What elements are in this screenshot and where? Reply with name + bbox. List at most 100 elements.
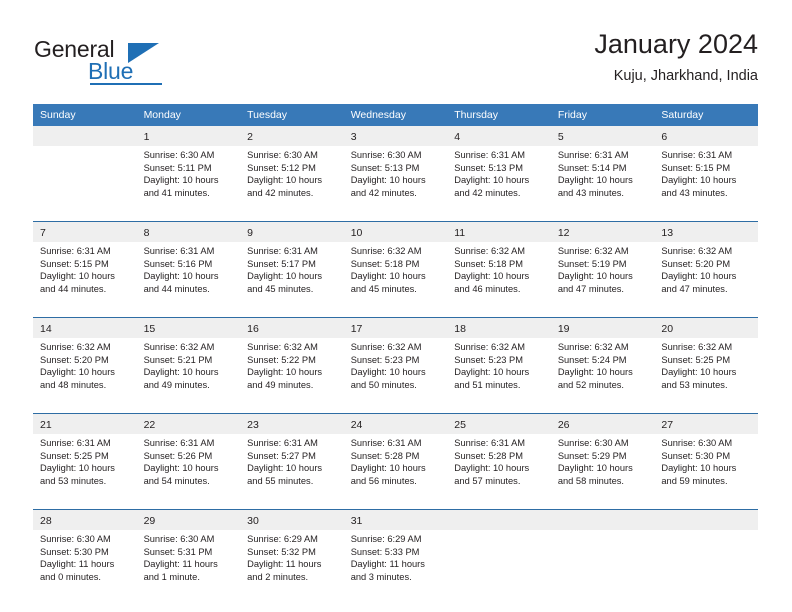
week-row-daynumbers: 1 2 3 4 5 6 bbox=[33, 126, 758, 146]
day-number-cell[interactable]: 8 bbox=[136, 221, 241, 242]
day-number-cell[interactable]: 16 bbox=[240, 317, 344, 338]
day-detail-cell bbox=[33, 146, 137, 222]
day-number-cell[interactable]: 18 bbox=[447, 317, 551, 338]
day-number-cell[interactable]: 15 bbox=[136, 317, 241, 338]
sunset-text: Sunset: 5:18 PM bbox=[350, 258, 420, 269]
day-detail-cell: Sunrise: 6:29 AM Sunset: 5:33 PM Dayligh… bbox=[343, 530, 448, 605]
day-number-cell[interactable]: 29 bbox=[136, 509, 241, 530]
daylight-text-line2: and 57 minutes. bbox=[454, 475, 521, 486]
sunset-text: Sunset: 5:29 PM bbox=[557, 450, 627, 461]
day-number-cell[interactable] bbox=[33, 126, 137, 146]
day-number-cell[interactable]: 6 bbox=[654, 126, 758, 146]
day-number-cell[interactable]: 17 bbox=[343, 317, 448, 338]
daylight-text-line1: Daylight: 10 hours bbox=[350, 367, 426, 378]
sunset-text: Sunset: 5:13 PM bbox=[350, 162, 420, 173]
day-detail-cell: Sunrise: 6:32 AM Sunset: 5:18 PM Dayligh… bbox=[343, 242, 448, 318]
daylight-text-line1: Daylight: 11 hours bbox=[350, 559, 425, 570]
daylight-text-line2: and 44 minutes. bbox=[40, 283, 107, 294]
day-number-cell[interactable] bbox=[550, 509, 655, 530]
day-detail-cell: Sunrise: 6:30 AM Sunset: 5:13 PM Dayligh… bbox=[343, 146, 448, 222]
day-number-cell[interactable]: 21 bbox=[33, 413, 137, 434]
day-number-cell[interactable]: 25 bbox=[447, 413, 551, 434]
day-number-cell[interactable]: 13 bbox=[654, 221, 758, 242]
daylight-text-line2: and 41 minutes. bbox=[143, 187, 210, 198]
calendar-header-row: Sunday Monday Tuesday Wednesday Thursday… bbox=[33, 104, 758, 126]
day-number-cell[interactable]: 1 bbox=[136, 126, 241, 146]
week-row-details: Sunrise: 6:31 AM Sunset: 5:25 PM Dayligh… bbox=[33, 434, 758, 510]
day-detail-cell: Sunrise: 6:32 AM Sunset: 5:23 PM Dayligh… bbox=[447, 338, 551, 414]
daylight-text-line1: Daylight: 10 hours bbox=[40, 367, 115, 378]
day-number-cell[interactable]: 9 bbox=[240, 221, 344, 242]
sunrise-text: Sunrise: 6:30 AM bbox=[143, 534, 215, 544]
daylight-text-line2: and 43 minutes. bbox=[661, 187, 728, 198]
day-detail-cell: Sunrise: 6:30 AM Sunset: 5:29 PM Dayligh… bbox=[550, 434, 655, 510]
daylight-text-line2: and 46 minutes. bbox=[454, 283, 521, 294]
sunset-text: Sunset: 5:30 PM bbox=[40, 546, 109, 557]
daylight-text-line2: and 58 minutes. bbox=[557, 475, 624, 486]
day-number-cell[interactable]: 2 bbox=[240, 126, 344, 146]
title-block: January 2024 Kuju, Jharkhand, India bbox=[594, 28, 758, 86]
week-row-details: Sunrise: 6:31 AM Sunset: 5:15 PM Dayligh… bbox=[33, 242, 758, 318]
daylight-text-line2: and 55 minutes. bbox=[247, 475, 314, 486]
logo-text-blue: Blue bbox=[88, 58, 134, 84]
sunset-text: Sunset: 5:12 PM bbox=[247, 162, 316, 173]
daylight-text-line2: and 1 minute. bbox=[143, 571, 200, 582]
day-detail-cell: Sunrise: 6:31 AM Sunset: 5:13 PM Dayligh… bbox=[447, 146, 551, 222]
sunset-text: Sunset: 5:28 PM bbox=[350, 450, 420, 461]
sunset-text: Sunset: 5:27 PM bbox=[247, 450, 316, 461]
daylight-text-line2: and 53 minutes. bbox=[40, 475, 107, 486]
daylight-text-line2: and 53 minutes. bbox=[661, 379, 728, 390]
day-number-cell[interactable]: 22 bbox=[136, 413, 241, 434]
daylight-text-line1: Daylight: 10 hours bbox=[661, 367, 737, 378]
sunset-text: Sunset: 5:31 PM bbox=[143, 546, 213, 557]
day-number-cell[interactable]: 31 bbox=[343, 509, 448, 530]
sunrise-text: Sunrise: 6:31 AM bbox=[557, 150, 629, 160]
day-detail-cell: Sunrise: 6:31 AM Sunset: 5:27 PM Dayligh… bbox=[240, 434, 344, 510]
sunrise-text: Sunrise: 6:32 AM bbox=[557, 246, 629, 256]
day-number-cell[interactable]: 12 bbox=[550, 221, 655, 242]
day-number-cell[interactable]: 10 bbox=[343, 221, 448, 242]
daylight-text-line1: Daylight: 10 hours bbox=[557, 271, 633, 282]
daylight-text-line2: and 44 minutes. bbox=[143, 283, 210, 294]
day-number-cell[interactable] bbox=[447, 509, 551, 530]
day-number-cell[interactable]: 14 bbox=[33, 317, 137, 338]
daylight-text-line1: Daylight: 10 hours bbox=[40, 271, 115, 282]
day-number-cell[interactable]: 26 bbox=[550, 413, 655, 434]
week-row-details: Sunrise: 6:30 AM Sunset: 5:30 PM Dayligh… bbox=[33, 530, 758, 605]
weekday-header-thursday: Thursday bbox=[447, 104, 551, 126]
daylight-text-line2: and 0 minutes. bbox=[40, 571, 101, 582]
day-number-cell[interactable]: 23 bbox=[240, 413, 344, 434]
sunrise-text: Sunrise: 6:32 AM bbox=[661, 342, 733, 352]
sunset-text: Sunset: 5:23 PM bbox=[350, 354, 420, 365]
daylight-text-line1: Daylight: 10 hours bbox=[247, 463, 323, 474]
sunset-text: Sunset: 5:20 PM bbox=[661, 258, 731, 269]
day-number-cell[interactable]: 3 bbox=[343, 126, 448, 146]
day-number-cell[interactable] bbox=[654, 509, 758, 530]
daylight-text-line2: and 49 minutes. bbox=[247, 379, 314, 390]
daylight-text-line2: and 2 minutes. bbox=[247, 571, 309, 582]
sunrise-text: Sunrise: 6:31 AM bbox=[247, 438, 318, 448]
day-detail-cell: Sunrise: 6:32 AM Sunset: 5:21 PM Dayligh… bbox=[136, 338, 241, 414]
sunrise-text: Sunrise: 6:30 AM bbox=[40, 534, 111, 544]
day-number-cell[interactable]: 11 bbox=[447, 221, 551, 242]
week-row-daynumbers: 7 8 9 10 11 12 13 bbox=[33, 221, 758, 242]
daylight-text-line1: Daylight: 10 hours bbox=[557, 367, 633, 378]
day-number-cell[interactable]: 4 bbox=[447, 126, 551, 146]
day-number-cell[interactable]: 28 bbox=[33, 509, 137, 530]
sunrise-text: Sunrise: 6:30 AM bbox=[247, 150, 318, 160]
day-number-cell[interactable]: 20 bbox=[654, 317, 758, 338]
day-number-cell[interactable]: 30 bbox=[240, 509, 344, 530]
day-number-cell[interactable]: 5 bbox=[550, 126, 655, 146]
sunrise-text: Sunrise: 6:30 AM bbox=[661, 438, 733, 448]
day-number-cell[interactable]: 7 bbox=[33, 221, 137, 242]
sunrise-text: Sunrise: 6:31 AM bbox=[40, 246, 111, 256]
day-number-cell[interactable]: 24 bbox=[343, 413, 448, 434]
sunrise-text: Sunrise: 6:29 AM bbox=[247, 534, 318, 544]
sunrise-text: Sunrise: 6:31 AM bbox=[143, 438, 215, 448]
daylight-text-line1: Daylight: 10 hours bbox=[661, 463, 737, 474]
day-number-cell[interactable]: 27 bbox=[654, 413, 758, 434]
day-number-cell[interactable]: 19 bbox=[550, 317, 655, 338]
daylight-text-line1: Daylight: 10 hours bbox=[143, 463, 219, 474]
weekday-header-sunday: Sunday bbox=[33, 104, 137, 126]
sunset-text: Sunset: 5:13 PM bbox=[454, 162, 523, 173]
